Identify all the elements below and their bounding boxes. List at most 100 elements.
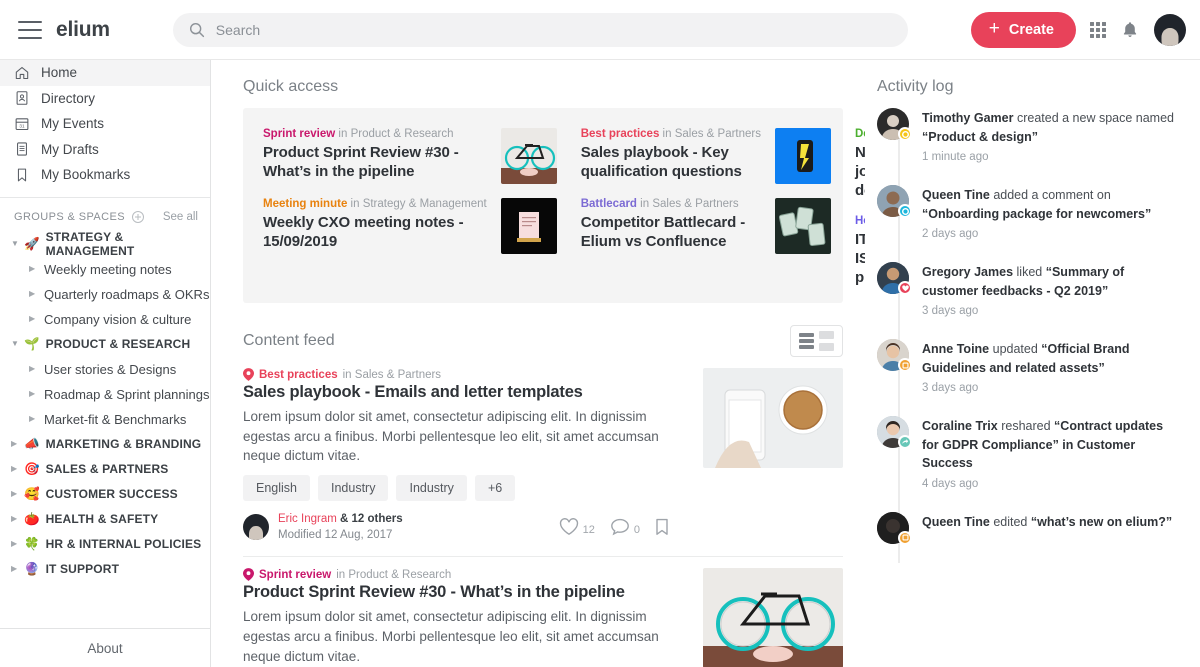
activity-user[interactable]: Coraline Trix <box>922 419 998 433</box>
activity-item[interactable]: Anne Toine updated “Official Brand Guide… <box>877 339 1182 416</box>
activity-item[interactable]: Timothy Gamer created a new space named … <box>877 108 1182 185</box>
sidebar-space-hr-internal-policies[interactable]: ▶ 🍀 HR & INTERNAL POLICIES <box>0 532 210 557</box>
create-button[interactable]: + Create <box>970 11 1076 48</box>
card-view-icon[interactable] <box>819 331 834 352</box>
sidebar-subspace-company-vision[interactable]: ▶ Company vision & culture <box>0 307 210 332</box>
card-meta: Sprint review in Product & Research <box>263 128 487 140</box>
avatar[interactable] <box>877 185 912 219</box>
activity-item[interactable]: Coraline Trix reshared “Contract updates… <box>877 416 1182 512</box>
search-box[interactable] <box>172 12 908 47</box>
home-icon <box>15 66 29 79</box>
comment-button[interactable]: 0 <box>610 518 640 536</box>
activity-item[interactable]: Gregory James liked “Summary of customer… <box>877 262 1182 339</box>
sidebar-space-it-support[interactable]: ▶ 🔮 IT SUPPORT <box>0 557 210 582</box>
sidebar-space-health-safety[interactable]: ▶ 🍅 HEALTH & SAFETY <box>0 507 210 532</box>
chevron-right-icon[interactable]: ▶ <box>29 390 44 398</box>
chevron-right-icon[interactable]: ▶ <box>29 365 44 373</box>
see-all-link[interactable]: See all <box>163 211 198 223</box>
activity-user[interactable]: Anne Toine <box>922 342 989 356</box>
sidebar-space-sales-partners[interactable]: ▶ 🎯 SALES & PARTNERS <box>0 457 210 482</box>
avatar[interactable] <box>877 339 912 373</box>
tag-chip[interactable]: Industry <box>318 474 389 501</box>
feed-item-title[interactable]: Sales playbook - Emails and letter templ… <box>243 383 681 402</box>
quick-access-card[interactable]: Meeting minute in Strategy & Management … <box>263 198 557 254</box>
feed-item-space: in Product & Research <box>336 568 452 581</box>
chevron-right-icon[interactable]: ▶ <box>11 465 24 473</box>
card-title: Competitor Battlecard - Elium vs Conflue… <box>580 214 746 251</box>
sidebar-item-my-drafts[interactable]: My Drafts <box>0 137 210 163</box>
sidebar-subspace-quarterly-roadmaps[interactable]: ▶ Quarterly roadmaps & OKRs <box>0 282 210 307</box>
sidebar-item-home[interactable]: Home <box>0 60 210 86</box>
like-button[interactable]: 12 <box>559 518 595 536</box>
view-mode-toggle[interactable] <box>790 325 843 358</box>
quick-access-card[interactable]: Design in Marketing & Comms New customer… <box>855 128 865 201</box>
quick-access-card[interactable]: Battlecard in Sales & Partners Competito… <box>581 198 831 254</box>
quick-access-card[interactable]: Howto in IT Support IT Guidelines - ISO2… <box>855 215 865 288</box>
sidebar-space-product-research[interactable]: ▼ 🌱 PRODUCT & RESEARCH <box>0 332 210 357</box>
feed-item-title[interactable]: Product Sprint Review #30 - What’s in th… <box>243 583 681 602</box>
list-view-icon[interactable] <box>799 333 814 349</box>
avatar[interactable] <box>243 514 269 541</box>
chevron-right-icon[interactable]: ▶ <box>29 290 44 298</box>
tag-chip-more[interactable]: +6 <box>474 474 516 501</box>
bell-icon[interactable] <box>1120 20 1140 40</box>
pin-icon <box>243 568 254 582</box>
card-thumbnail <box>500 128 557 184</box>
sidebar-subspace-roadmap-sprint[interactable]: ▶ Roadmap & Sprint plannings <box>0 382 210 407</box>
sidebar-item-directory[interactable]: Directory <box>0 86 210 112</box>
activity-target[interactable]: “what’s new on elium?” <box>1031 515 1172 529</box>
activity-target[interactable]: “Onboarding package for newcomers” <box>922 207 1151 221</box>
chevron-down-icon[interactable]: ▼ <box>11 240 24 248</box>
quick-access-card[interactable]: Sprint review in Product & Research Prod… <box>263 128 557 184</box>
hamburger-icon[interactable] <box>18 20 42 39</box>
chevron-right-icon[interactable]: ▶ <box>11 515 24 523</box>
activity-log-list: Timothy Gamer created a new space named … <box>877 108 1182 563</box>
sidebar-subspace-market-fit[interactable]: ▶ Market-fit & Benchmarks <box>0 407 210 432</box>
feed-item[interactable]: Sprint review in Product & Research Prod… <box>243 557 843 667</box>
activity-user[interactable]: Queen Tine <box>922 515 990 529</box>
chevron-down-icon[interactable]: ▼ <box>11 340 24 348</box>
avatar[interactable] <box>877 416 912 450</box>
activity-user[interactable]: Queen Tine <box>922 188 990 202</box>
avatar[interactable] <box>1154 13 1186 46</box>
add-space-icon[interactable] <box>131 210 144 223</box>
activity-user[interactable]: Timothy Gamer <box>922 111 1013 125</box>
card-title: Sales playbook - Key qualification quest… <box>580 144 742 181</box>
apps-grid-icon[interactable] <box>1090 21 1106 38</box>
sidebar-subspace-weekly-meeting-notes[interactable]: ▶ Weekly meeting notes <box>0 257 210 282</box>
chevron-right-icon[interactable]: ▶ <box>29 265 44 273</box>
tag-chip[interactable]: Industry <box>396 474 467 501</box>
activity-time: 1 minute ago <box>922 151 989 163</box>
sidebar-item-my-events[interactable]: 31 My Events <box>0 111 210 137</box>
chevron-right-icon[interactable]: ▶ <box>11 490 24 498</box>
activity-item[interactable]: Queen Tine edited “what’s new on elium?” <box>877 511 1182 563</box>
sidebar-space-strategy-management[interactable]: ▼ 🚀 STRATEGY & MANAGEMENT <box>0 230 210 258</box>
feed-item-byline: Eric Ingram & 12 others Modified 12 Aug,… <box>278 511 403 544</box>
avatar[interactable] <box>877 262 912 296</box>
chevron-right-icon[interactable]: ▶ <box>11 440 24 448</box>
brand-logo[interactable]: elium <box>56 18 110 42</box>
sidebar-subspace-user-stories[interactable]: ▶ User stories & Designs <box>0 357 210 382</box>
bookmark-button[interactable] <box>655 518 669 536</box>
sidebar-space-customer-success[interactable]: ▶ 🥰 CUSTOMER SUCCESS <box>0 482 210 507</box>
activity-item[interactable]: Queen Tine added a comment on “Onboardin… <box>877 185 1182 262</box>
feed-item[interactable]: Best practices in Sales & Partners Sales… <box>243 357 843 558</box>
tag-chip[interactable]: English <box>243 474 310 501</box>
chevron-right-icon[interactable]: ▶ <box>11 565 24 573</box>
chevron-right-icon[interactable]: ▶ <box>29 415 44 423</box>
about-link[interactable]: About <box>0 628 210 667</box>
chevron-right-icon[interactable]: ▶ <box>11 540 24 548</box>
avatar[interactable] <box>877 511 912 545</box>
activity-action: liked <box>1016 265 1043 280</box>
avatar[interactable] <box>877 108 912 141</box>
search-input[interactable] <box>215 21 892 38</box>
space-label: SALES & PARTNERS <box>45 462 169 476</box>
activity-target[interactable]: “Product & design” <box>922 130 1038 144</box>
sidebar-item-my-bookmarks[interactable]: My Bookmarks <box>0 162 210 188</box>
sidebar-space-marketing-branding[interactable]: ▶ 📣 MARKETING & BRANDING <box>0 432 210 457</box>
quick-access-card[interactable]: Best practices in Sales & Partners Sales… <box>581 128 831 184</box>
activity-user[interactable]: Gregory James <box>922 265 1013 279</box>
author-name[interactable]: Eric Ingram <box>278 513 337 525</box>
quick-access-grid: Sprint review in Product & Research Prod… <box>263 128 865 287</box>
chevron-right-icon[interactable]: ▶ <box>29 315 44 323</box>
